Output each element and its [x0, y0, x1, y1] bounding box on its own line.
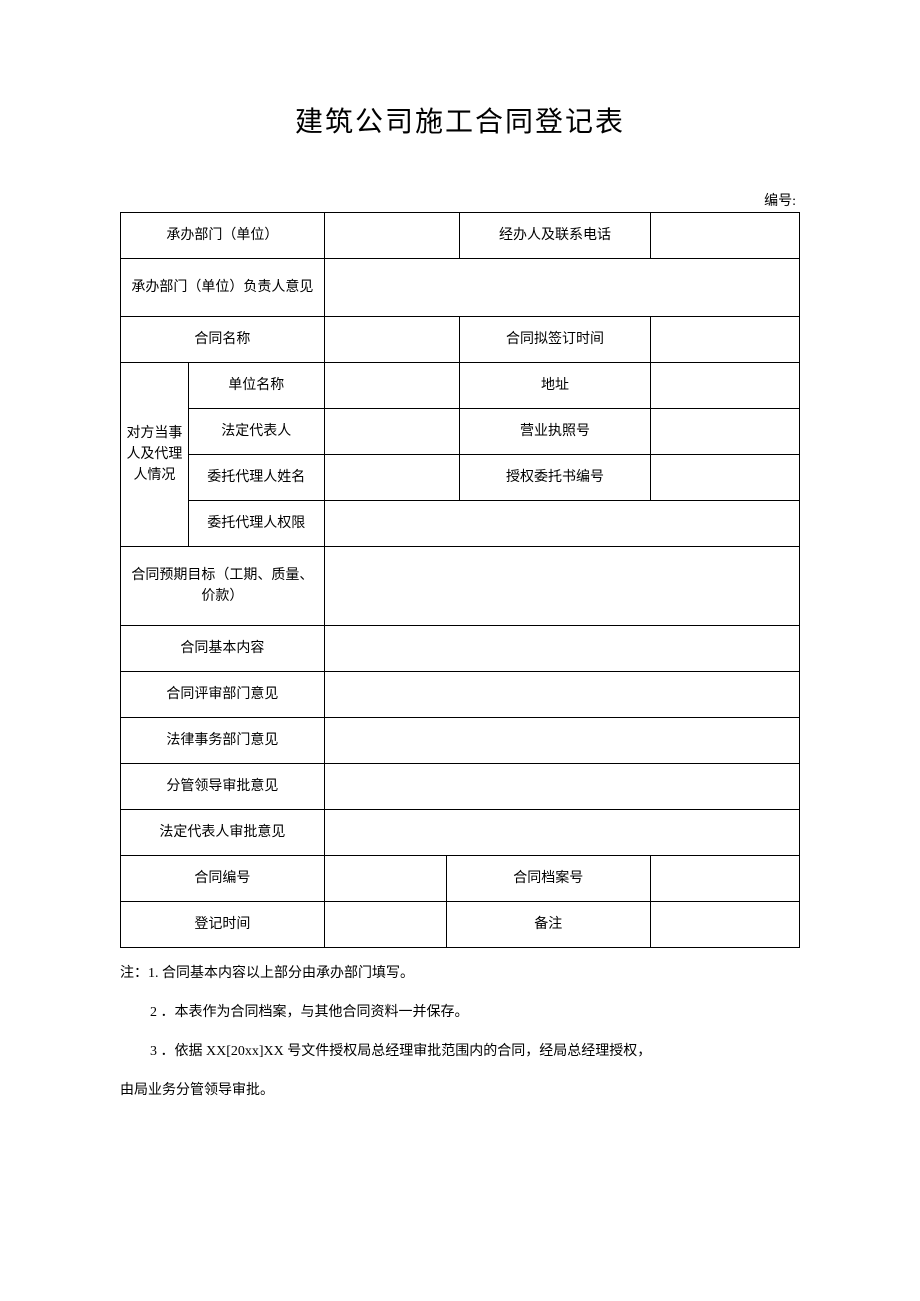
- label-rep-opinion: 法定代表人审批意见: [121, 810, 325, 856]
- value-handler: [650, 213, 799, 259]
- note-line-4: 由局业务分管领导审批。: [120, 1073, 800, 1108]
- value-basic-content: [324, 626, 799, 672]
- label-register-time: 登记时间: [121, 902, 325, 948]
- label-dept: 承办部门（单位）: [121, 213, 325, 259]
- label-agent-name: 委托代理人姓名: [188, 455, 324, 501]
- value-rep-opinion: [324, 810, 799, 856]
- value-legal-rep: [324, 409, 460, 455]
- label-contract-no: 合同编号: [121, 856, 325, 902]
- label-sign-time: 合同拟签订时间: [460, 317, 650, 363]
- label-remark: 备注: [446, 902, 650, 948]
- value-license-no: [650, 409, 799, 455]
- value-legal-opinion: [324, 718, 799, 764]
- value-archive-no: [650, 856, 799, 902]
- page-title: 建筑公司施工合同登记表: [120, 100, 800, 140]
- registration-table: 承办部门（单位） 经办人及联系电话 承办部门（单位）负责人意见 合同名称 合同拟…: [120, 212, 800, 948]
- value-register-time: [324, 902, 446, 948]
- value-sign-time: [650, 317, 799, 363]
- label-legal-opinion: 法律事务部门意见: [121, 718, 325, 764]
- label-dept-opinion: 承办部门（单位）负责人意见: [121, 259, 325, 317]
- value-contract-name: [324, 317, 460, 363]
- label-leader-opinion: 分管领导审批意见: [121, 764, 325, 810]
- label-party-header: 对方当事人及代理人情况: [121, 363, 189, 547]
- notes-section: 注：1. 合同基本内容以上部分由承办部门填写。 2 ．本表作为合同档案，与其他合…: [120, 956, 800, 1108]
- note-line-3: 3 ．依据 XX[20xx]XX 号文件授权局总经理审批范围内的合同，经局总经理…: [120, 1034, 800, 1069]
- value-unit-name: [324, 363, 460, 409]
- note-line-2: 2 ．本表作为合同档案，与其他合同资料一并保存。: [120, 995, 800, 1030]
- label-basic-content: 合同基本内容: [121, 626, 325, 672]
- label-archive-no: 合同档案号: [446, 856, 650, 902]
- label-contract-name: 合同名称: [121, 317, 325, 363]
- value-review-opinion: [324, 672, 799, 718]
- label-license-no: 营业执照号: [460, 409, 650, 455]
- label-address: 地址: [460, 363, 650, 409]
- value-auth-no: [650, 455, 799, 501]
- value-address: [650, 363, 799, 409]
- value-remark: [650, 902, 799, 948]
- value-dept-opinion: [324, 259, 799, 317]
- value-expected-target: [324, 547, 799, 626]
- label-review-opinion: 合同评审部门意见: [121, 672, 325, 718]
- doc-number-label: 编号:: [120, 190, 800, 210]
- label-agent-scope: 委托代理人权限: [188, 501, 324, 547]
- label-unit-name: 单位名称: [188, 363, 324, 409]
- note-line-1: 注：1. 合同基本内容以上部分由承办部门填写。: [120, 956, 800, 991]
- label-handler: 经办人及联系电话: [460, 213, 650, 259]
- label-expected-target: 合同预期目标（工期、质量、价款）: [121, 547, 325, 626]
- value-agent-scope: [324, 501, 799, 547]
- label-auth-no: 授权委托书编号: [460, 455, 650, 501]
- value-dept: [324, 213, 460, 259]
- value-contract-no: [324, 856, 446, 902]
- value-leader-opinion: [324, 764, 799, 810]
- label-legal-rep: 法定代表人: [188, 409, 324, 455]
- value-agent-name: [324, 455, 460, 501]
